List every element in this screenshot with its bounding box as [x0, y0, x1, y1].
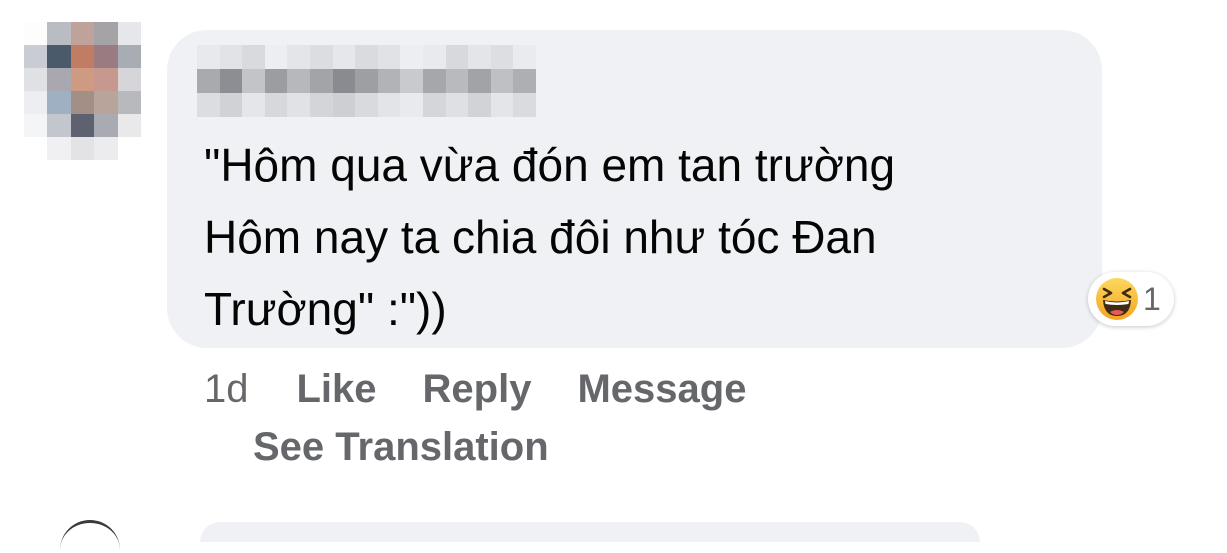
see-translation-link[interactable]: See Translation: [253, 420, 549, 474]
message-button[interactable]: Message: [577, 362, 746, 416]
next-comment-bubble: [200, 522, 980, 542]
comment-actions: 1d Like Reply Message: [204, 362, 746, 416]
reply-button[interactable]: Reply: [423, 362, 532, 416]
comment-timestamp[interactable]: 1d: [204, 362, 249, 416]
reaction-badge[interactable]: 1: [1088, 272, 1174, 326]
commenter-name-redacted[interactable]: [197, 45, 537, 117]
next-comment-avatar: [60, 520, 120, 553]
commenter-avatar[interactable]: [24, 22, 141, 160]
reaction-count: 1: [1143, 281, 1161, 317]
like-button[interactable]: Like: [297, 362, 377, 416]
comment-text: "Hôm qua vừa đón em tan trường Hôm nay t…: [204, 139, 896, 335]
laughing-emoji-icon: [1096, 278, 1138, 320]
